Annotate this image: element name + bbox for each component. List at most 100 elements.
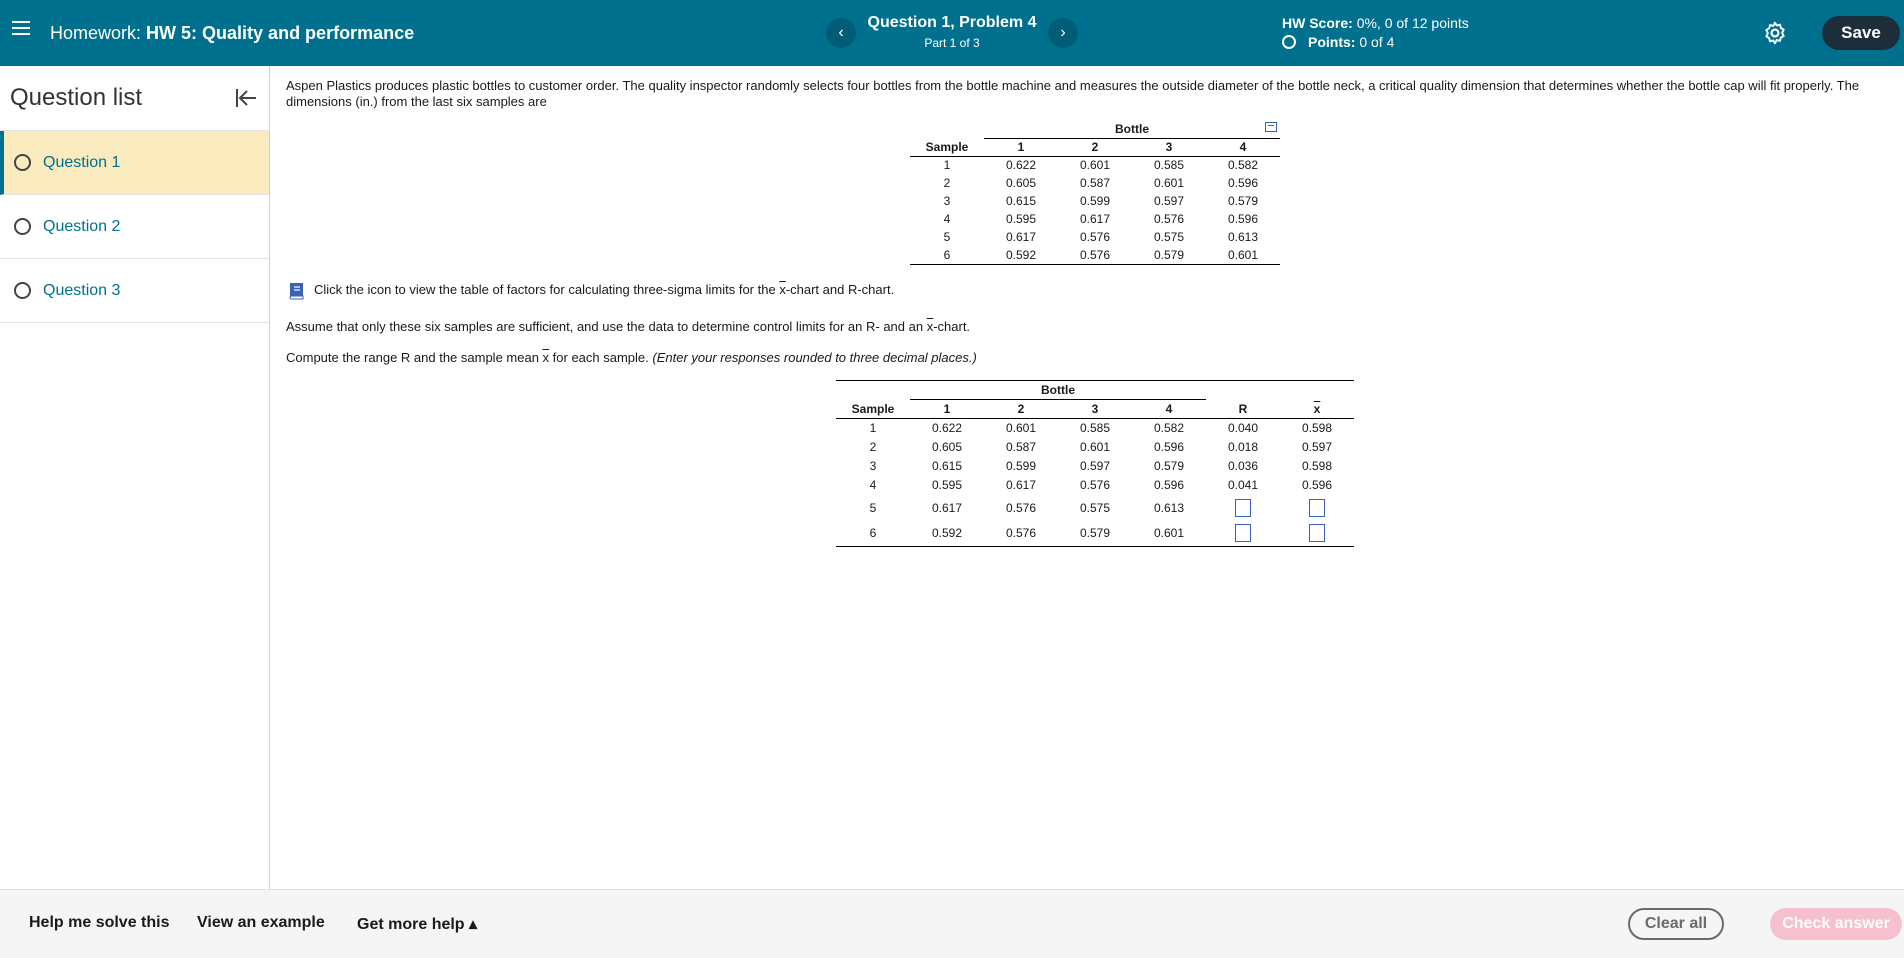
table-cell: 4: [943, 212, 951, 226]
column-header: 4: [1239, 140, 1247, 154]
column-header: 1: [943, 402, 951, 416]
table-row: 1 0.622 0.601 0.585 0.582 0.040 0.598: [836, 419, 1354, 438]
clear-all-button[interactable]: Clear all: [1628, 908, 1724, 940]
next-question-button[interactable]: ›: [1048, 18, 1078, 48]
table-cell: 0.617: [1079, 212, 1111, 226]
table-cell: 0.601: [1079, 158, 1111, 173]
help-me-solve-button[interactable]: Help me solve this: [29, 914, 170, 932]
get-more-help-button[interactable]: Get more help ▴: [357, 914, 477, 934]
table-cell: 0.587: [1079, 176, 1111, 190]
question-title: Question 1, Problem 4: [867, 14, 1037, 31]
hamburger-menu-icon[interactable]: [12, 21, 30, 39]
compute-instruction: Compute the range R and the sample mean …: [286, 350, 977, 365]
homework-name: HW 5: Quality and performance: [146, 23, 415, 43]
table-cell: 1: [869, 421, 877, 436]
homework-title: Homework: HW 5: Quality and performance: [50, 23, 414, 44]
table-cell: 0.582: [1153, 421, 1185, 436]
table-row: 4 0.595 0.617 0.576 0.596: [910, 210, 1280, 228]
table-cell: 0.597: [1079, 459, 1111, 473]
table-cell: 0.617: [1005, 478, 1037, 492]
table-cell: 6: [869, 526, 877, 541]
sidebar-item-question-3[interactable]: Question 3: [0, 259, 269, 323]
table-row: 3 0.615 0.599 0.597 0.579: [910, 192, 1280, 210]
question-list-title: Question list: [10, 84, 143, 111]
column-header: 1: [1017, 140, 1025, 154]
table-cell: 0.576: [1005, 500, 1037, 515]
book-icon[interactable]: [286, 281, 306, 300]
table-cell: 0.576: [1005, 526, 1037, 541]
table-cell: 0.617: [931, 500, 963, 515]
table-cell: 0.596: [1153, 478, 1185, 492]
column-header-mean: x: [1313, 401, 1321, 416]
table-cell: 0.617: [1005, 230, 1037, 244]
factors-table-instruction: Click the icon to view the table of fact…: [314, 282, 895, 297]
column-header: Sample: [925, 139, 969, 154]
mean-answer-input[interactable]: [1309, 524, 1325, 543]
table-cell: 0.598: [1301, 459, 1333, 473]
table-cell: 0.596: [1227, 212, 1259, 226]
table-cell: 0.595: [1005, 212, 1037, 226]
table-cell: 3: [943, 194, 951, 208]
table-cell: 0.582: [1227, 158, 1259, 173]
question-content: Aspen Plastics produces plastic bottles …: [286, 78, 1886, 547]
column-header: 3: [1165, 140, 1173, 154]
table-cell: 2: [869, 440, 877, 454]
hw-score-value: 0%, 0 of 12 points: [1356, 15, 1469, 31]
sidebar-item-label: Question 3: [43, 281, 121, 299]
table-row: 2 0.605 0.587 0.601 0.596 0.018 0.597: [836, 438, 1354, 457]
table-cell: 0.596: [1301, 478, 1333, 492]
top-bar: Homework: HW 5: Quality and performance …: [0, 0, 1904, 66]
table-cell: 0.576: [1079, 478, 1111, 492]
table-cell: 0.579: [1079, 526, 1111, 541]
table-cell: 0.040: [1227, 421, 1259, 436]
table-cell: 0.622: [931, 421, 963, 436]
table-cell: 0.598: [1301, 421, 1333, 436]
table-cell: 0.576: [1079, 230, 1111, 244]
table-cell: 2: [943, 176, 951, 190]
table-cell: 5: [943, 230, 951, 244]
column-header: 2: [1017, 402, 1025, 416]
points-status-icon: [1282, 35, 1296, 49]
column-header: 3: [1091, 402, 1099, 416]
part-label: Part 1 of 3: [924, 36, 980, 50]
table-cell: 6: [943, 247, 951, 262]
homework-prefix: Homework:: [50, 23, 142, 43]
table-cell: 0.595: [931, 478, 963, 492]
hw-score: HW Score: 0%, 0 of 12 points: [1282, 15, 1469, 31]
table-cell: 0.601: [1005, 421, 1037, 436]
question-status-icon: [14, 282, 31, 299]
table-cell: 0.575: [1079, 500, 1111, 515]
collapse-sidebar-icon[interactable]: [234, 86, 258, 110]
table-cell: 0.605: [1005, 176, 1037, 190]
answer-table: Bottle Sample 1 2 3 4 R x 1 0.622 0.601 0.5…: [836, 380, 1354, 547]
sidebar-item-question-1[interactable]: Question 1: [0, 131, 269, 195]
range-answer-input[interactable]: [1235, 498, 1251, 517]
table-cell: 0.592: [931, 526, 963, 541]
table-cell: 0.613: [1227, 230, 1259, 244]
check-answer-button[interactable]: Check answer: [1770, 908, 1902, 940]
table-cell: 0.601: [1079, 440, 1111, 454]
sample-data-table: Bottle Sample 1 2 3 4 1 0.622 0.601 0.585 0.…: [910, 120, 1280, 265]
table-cell: 0.596: [1227, 176, 1259, 190]
table-cell: 0.576: [1079, 247, 1111, 262]
table-cell: 0.576: [1153, 212, 1185, 226]
table-cell: 5: [869, 500, 877, 515]
points-status: Points: 0 of 4: [1282, 34, 1394, 50]
table-cell: 0.585: [1153, 158, 1185, 173]
question-list-header: Question list: [0, 66, 269, 131]
range-answer-input[interactable]: [1235, 524, 1251, 543]
table-cell: 0.599: [1005, 459, 1037, 473]
table-cell: 4: [869, 478, 877, 492]
table-cell: 0.599: [1079, 194, 1111, 208]
column-header-range: R: [1238, 401, 1248, 416]
sidebar-item-question-2[interactable]: Question 2: [0, 195, 269, 259]
table-cell: 0.615: [931, 459, 963, 473]
column-header: 4: [1165, 402, 1173, 416]
table-cell: 0.579: [1153, 247, 1185, 262]
save-button[interactable]: Save: [1822, 16, 1900, 50]
answer-cell: [1280, 495, 1354, 521]
mean-answer-input[interactable]: [1309, 498, 1325, 517]
view-example-button[interactable]: View an example: [197, 914, 325, 932]
gear-icon[interactable]: [1762, 20, 1788, 46]
answer-cell: [1206, 495, 1280, 521]
